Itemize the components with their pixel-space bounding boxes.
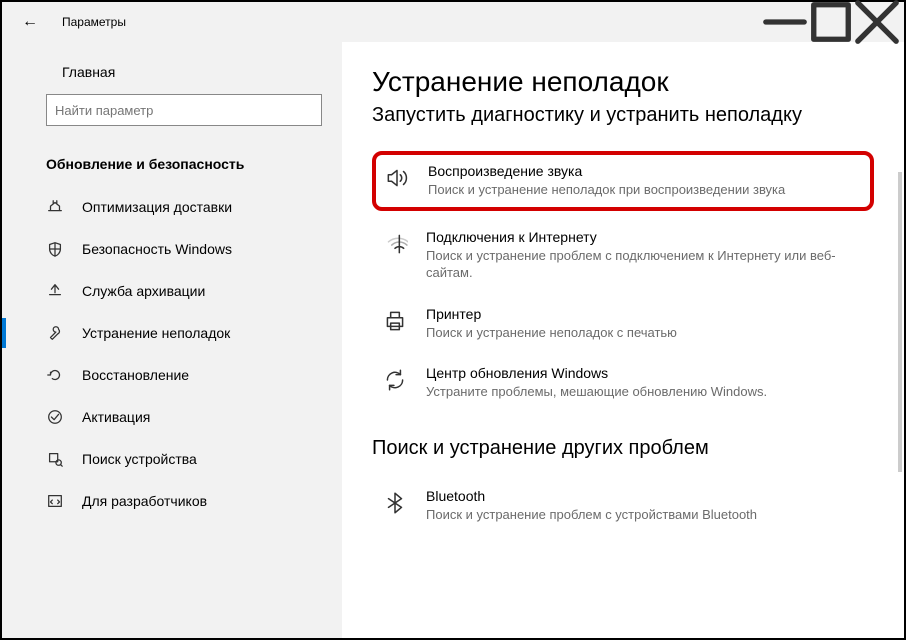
sidebar-nav: Оптимизация доставки Безопасность Window… (2, 186, 342, 522)
troubleshooter-internet[interactable]: Подключения к Интернету Поиск и устранен… (372, 217, 874, 294)
back-button[interactable]: ← (22, 13, 38, 31)
troubleshooter-text: Воспроизведение звука Поиск и устранение… (428, 163, 862, 199)
troubleshooter-title: Bluetooth (426, 488, 864, 504)
sidebar-item-label: Устранение неполадок (82, 325, 230, 341)
troubleshooter-title: Принтер (426, 306, 864, 322)
sidebar-item-troubleshoot[interactable]: Устранение неполадок (2, 312, 342, 354)
other-section-title: Поиск и устранение других проблем (372, 437, 874, 460)
maximize-button[interactable] (808, 6, 854, 38)
window-controls (762, 6, 900, 38)
troubleshooter-text: Центр обновления Windows Устраните пробл… (426, 365, 864, 401)
minimize-button[interactable] (762, 6, 808, 38)
troubleshooter-text: Подключения к Интернету Поиск и устранен… (426, 229, 864, 282)
sidebar-item-label: Для разработчиков (82, 493, 207, 509)
search-field[interactable] (55, 103, 313, 118)
speaker-icon (384, 165, 410, 191)
scrollbar[interactable] (898, 172, 902, 472)
close-button[interactable] (854, 6, 900, 38)
troubleshooter-desc: Поиск и устранение проблем с подключение… (426, 247, 864, 282)
settings-window: ← Параметры Главная (0, 0, 906, 640)
sidebar-item-label: Восстановление (82, 367, 189, 383)
close-icon (854, 0, 900, 45)
sidebar-item-label: Оптимизация доставки (82, 199, 232, 215)
troubleshooter-printer[interactable]: Принтер Поиск и устранение неполадок с п… (372, 294, 874, 354)
check-circle-icon (46, 408, 64, 426)
sidebar-item-label: Поиск устройства (82, 451, 197, 467)
titlebar: ← Параметры (2, 2, 904, 42)
troubleshooter-text: Принтер Поиск и устранение неполадок с п… (426, 306, 864, 342)
backup-icon (46, 282, 64, 300)
home-button[interactable]: Главная (2, 56, 342, 88)
update-icon (382, 367, 408, 393)
troubleshooter-title: Центр обновления Windows (426, 365, 864, 381)
search-input[interactable] (46, 94, 322, 126)
window-title: Параметры (62, 15, 126, 29)
sidebar-item-delivery-optimization[interactable]: Оптимизация доставки (2, 186, 342, 228)
titlebar-left: ← Параметры (22, 13, 126, 31)
code-icon (46, 492, 64, 510)
shield-icon (46, 240, 64, 258)
find-device-icon (46, 450, 64, 468)
troubleshooter-title: Подключения к Интернету (426, 229, 864, 245)
troubleshooter-title: Воспроизведение звука (428, 163, 862, 179)
troubleshooter-bluetooth[interactable]: Bluetooth Поиск и устранение проблем с у… (372, 476, 874, 536)
sidebar: Главная Обновление и безопасность Оптими… (2, 42, 342, 638)
page-subtitle: Запустить диагностику и устранить непола… (372, 104, 874, 127)
troubleshooter-update[interactable]: Центр обновления Windows Устраните пробл… (372, 353, 874, 413)
page-title: Устранение неполадок (372, 66, 874, 98)
troubleshooter-desc: Устраните проблемы, мешающие обновлению … (426, 383, 864, 401)
home-label: Главная (62, 64, 115, 80)
sidebar-item-label: Активация (82, 409, 150, 425)
body: Главная Обновление и безопасность Оптими… (2, 42, 904, 638)
wrench-icon (46, 324, 64, 342)
maximize-icon (808, 0, 854, 45)
sidebar-item-backup[interactable]: Служба архивации (2, 270, 342, 312)
troubleshooter-text: Bluetooth Поиск и устранение проблем с у… (426, 488, 864, 524)
delivery-icon (46, 198, 64, 216)
troubleshooter-audio[interactable]: Воспроизведение звука Поиск и устранение… (372, 151, 874, 211)
other-list: Bluetooth Поиск и устранение проблем с у… (372, 476, 874, 536)
recovery-icon (46, 366, 64, 384)
troubleshooter-desc: Поиск и устранение проблем с устройствам… (426, 506, 864, 524)
sidebar-section-title: Обновление и безопасность (2, 146, 342, 186)
minimize-icon (762, 0, 808, 45)
sidebar-item-activation[interactable]: Активация (2, 396, 342, 438)
troubleshooter-desc: Поиск и устранение неполадок с печатью (426, 324, 864, 342)
sidebar-item-label: Служба архивации (82, 283, 205, 299)
printer-icon (382, 308, 408, 334)
bluetooth-icon (382, 490, 408, 516)
troubleshooter-list: Воспроизведение звука Поиск и устранение… (372, 151, 874, 413)
sidebar-item-windows-security[interactable]: Безопасность Windows (2, 228, 342, 270)
troubleshooter-desc: Поиск и устранение неполадок при воспрои… (428, 181, 862, 199)
main-content: Устранение неполадок Запустить диагности… (342, 42, 904, 638)
wifi-icon (382, 231, 408, 257)
sidebar-item-label: Безопасность Windows (82, 241, 232, 257)
sidebar-item-developers[interactable]: Для разработчиков (2, 480, 342, 522)
sidebar-item-recovery[interactable]: Восстановление (2, 354, 342, 396)
sidebar-item-find-device[interactable]: Поиск устройства (2, 438, 342, 480)
